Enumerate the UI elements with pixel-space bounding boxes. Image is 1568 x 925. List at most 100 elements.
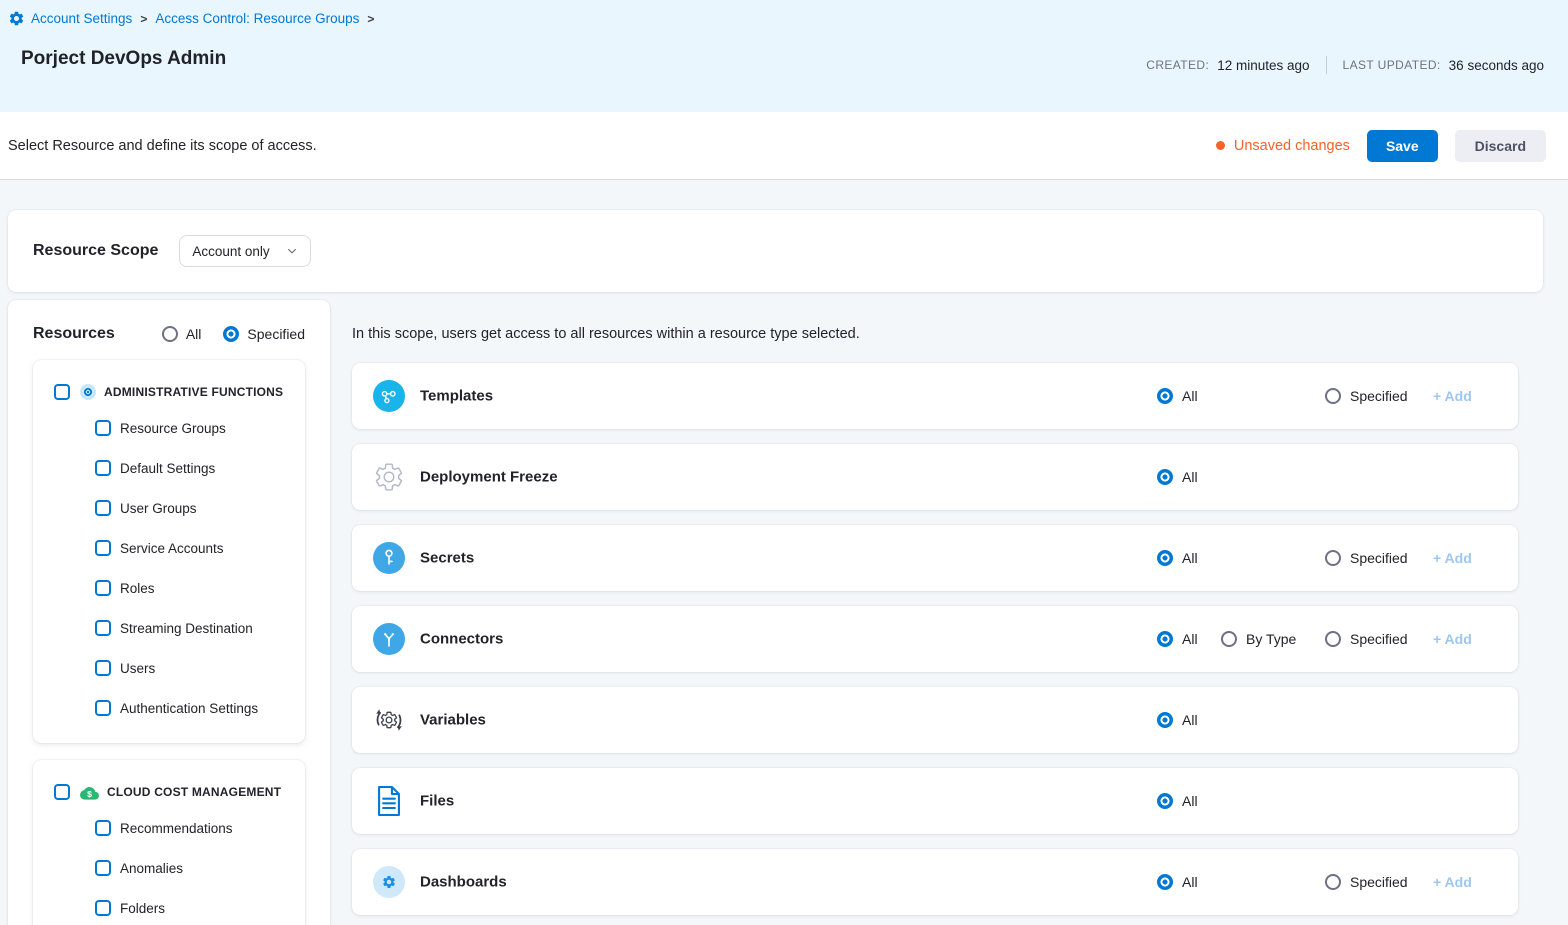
resource-row-dashboards: DashboardsAllSpecified+ Add <box>352 849 1518 915</box>
radio-icon[interactable] <box>1325 631 1341 647</box>
sidebar-item-streaming-destination[interactable]: Streaming Destination <box>33 608 305 648</box>
row-connectors-option-specified[interactable]: Specified <box>1325 631 1408 647</box>
resource-row-label: Connectors <box>420 631 503 648</box>
unsaved-changes-indicator: Unsaved changes <box>1216 138 1350 154</box>
sidebar-item-label: Service Accounts <box>120 541 224 556</box>
option-label: Specified <box>1350 388 1408 404</box>
radio-icon[interactable] <box>223 326 239 342</box>
radio-icon[interactable] <box>1157 631 1173 647</box>
sidebar-item-label: Users <box>120 661 155 676</box>
resource-type-rows: Templates All Specified + Add Deployment Fre… <box>352 363 1518 915</box>
checkbox-folders[interactable] <box>95 900 111 916</box>
resource-row-secrets: Secrets All Specified + Add <box>352 525 1518 591</box>
sidebar-item-users[interactable]: Users <box>33 648 305 688</box>
unsaved-dot-icon <box>1216 141 1225 150</box>
sidebar-item-label: Roles <box>120 581 155 596</box>
radio-icon[interactable] <box>1157 550 1173 566</box>
radio-icon[interactable] <box>1325 388 1341 404</box>
row-deployment-freeze-option-all[interactable]: All <box>1157 469 1198 485</box>
row-templates-add-button[interactable]: + Add <box>1433 388 1472 404</box>
resource-row-deployment-freeze: Deployment FreezeAll <box>352 444 1518 510</box>
save-button[interactable]: Save <box>1367 130 1438 162</box>
breadcrumb-separator-icon: > <box>367 12 374 26</box>
checkbox-users[interactable] <box>95 660 111 676</box>
row-connectors-option-all[interactable]: All <box>1157 631 1198 647</box>
group-checkbox-administrative-functions[interactable] <box>54 384 70 400</box>
resource-scope-selected-value: Account only <box>192 244 269 259</box>
resource-row-label: Templates <box>420 388 493 405</box>
row-connectors-add-button[interactable]: + Add <box>1433 631 1472 647</box>
sidebar-item-service-accounts[interactable]: Service Accounts <box>33 528 305 568</box>
row-secrets-add-button[interactable]: + Add <box>1433 550 1472 566</box>
discard-button[interactable]: Discard <box>1455 130 1546 162</box>
sidebar-item-folders[interactable]: Folders <box>33 888 305 925</box>
option-label: All <box>1182 712 1198 728</box>
sidebar-item-label: Default Settings <box>120 461 215 476</box>
checkbox-default-settings[interactable] <box>95 460 111 476</box>
resources-radio-specified-label: Specified <box>247 326 305 342</box>
option-label: All <box>1182 631 1198 647</box>
breadcrumb-link-access-control-resource-groups[interactable]: Access Control: Resource Groups <box>155 11 359 26</box>
radio-icon[interactable] <box>1157 874 1173 890</box>
breadcrumb-links: Account Settings > Access Control: Resourc… <box>31 11 376 26</box>
checkbox-recommendations[interactable] <box>95 820 111 836</box>
row-dashboards-option-all[interactable]: All <box>1157 874 1198 890</box>
breadcrumb-link-account-settings[interactable]: Account Settings <box>31 11 132 26</box>
sidebar-item-resource-groups[interactable]: Resource Groups <box>33 408 305 448</box>
radio-icon[interactable] <box>162 326 178 342</box>
checkbox-service-accounts[interactable] <box>95 540 111 556</box>
option-label: All <box>1182 388 1198 404</box>
radio-icon[interactable] <box>1157 388 1173 404</box>
sidebar-item-default-settings[interactable]: Default Settings <box>33 448 305 488</box>
group-label-administrative-functions: ADMINISTRATIVE FUNCTIONS <box>104 385 283 399</box>
resources-radio-all-label: All <box>186 326 202 342</box>
toolbar-description: Select Resource and define its scope of … <box>8 138 317 154</box>
toolbar-actions: Unsaved changes Save Discard <box>1216 130 1546 162</box>
resource-groups-list: ADMINISTRATIVE FUNCTIONS Resource Groups D… <box>8 360 330 925</box>
resource-scope-dropdown[interactable]: Account only <box>179 235 311 267</box>
sidebar-item-recommendations[interactable]: Recommendations <box>33 808 305 848</box>
checkbox-streaming-destination[interactable] <box>95 620 111 636</box>
radio-icon[interactable] <box>1157 469 1173 485</box>
resources-panel-header: Resources All Specified <box>33 325 305 343</box>
radio-icon[interactable] <box>1157 712 1173 728</box>
radio-icon[interactable] <box>1157 793 1173 809</box>
checkbox-resource-groups[interactable] <box>95 420 111 436</box>
option-label: All <box>1182 550 1198 566</box>
option-label: Specified <box>1350 550 1408 566</box>
row-secrets-option-specified[interactable]: Specified <box>1325 550 1408 566</box>
row-dashboards-add-button[interactable]: + Add <box>1433 874 1472 890</box>
checkbox-user-groups[interactable] <box>95 500 111 516</box>
connectors-icon <box>373 623 405 655</box>
sidebar-item-anomalies[interactable]: Anomalies <box>33 848 305 888</box>
row-templates-option-specified[interactable]: Specified <box>1325 388 1408 404</box>
radio-icon[interactable] <box>1221 631 1237 647</box>
radio-icon[interactable] <box>1325 550 1341 566</box>
resource-row-label: Secrets <box>420 550 474 567</box>
sidebar-item-user-groups[interactable]: User Groups <box>33 488 305 528</box>
row-secrets-option-all[interactable]: All <box>1157 550 1198 566</box>
unsaved-changes-label: Unsaved changes <box>1234 138 1350 154</box>
resources-radio-specified[interactable]: Specified <box>223 326 305 342</box>
group-checkbox-cloud-cost-management[interactable] <box>54 784 70 800</box>
row-templates-option-all[interactable]: All <box>1157 388 1198 404</box>
checkbox-roles[interactable] <box>95 580 111 596</box>
sidebar-item-label: Authentication Settings <box>120 701 258 716</box>
created-value: 12 minutes ago <box>1217 58 1309 73</box>
resource-row-variables: VariablesAll <box>352 687 1518 753</box>
breadcrumb-separator-icon: > <box>140 12 147 26</box>
checkbox-authentication-settings[interactable] <box>95 700 111 716</box>
option-label: All <box>1182 469 1198 485</box>
page-title: Porject DevOps Admin <box>21 48 226 70</box>
resource-group-card-administrative-functions: ADMINISTRATIVE FUNCTIONS Resource Groups D… <box>33 360 305 743</box>
last-updated-value: 36 seconds ago <box>1449 58 1544 73</box>
row-files-option-all[interactable]: All <box>1157 793 1198 809</box>
sidebar-item-authentication-settings[interactable]: Authentication Settings <box>33 688 305 728</box>
sidebar-item-roles[interactable]: Roles <box>33 568 305 608</box>
row-variables-option-all[interactable]: All <box>1157 712 1198 728</box>
resources-radio-all[interactable]: All <box>162 326 202 342</box>
row-dashboards-option-specified[interactable]: Specified <box>1325 874 1408 890</box>
checkbox-anomalies[interactable] <box>95 860 111 876</box>
radio-icon[interactable] <box>1325 874 1341 890</box>
row-connectors-option-by-type[interactable]: By Type <box>1221 631 1296 647</box>
